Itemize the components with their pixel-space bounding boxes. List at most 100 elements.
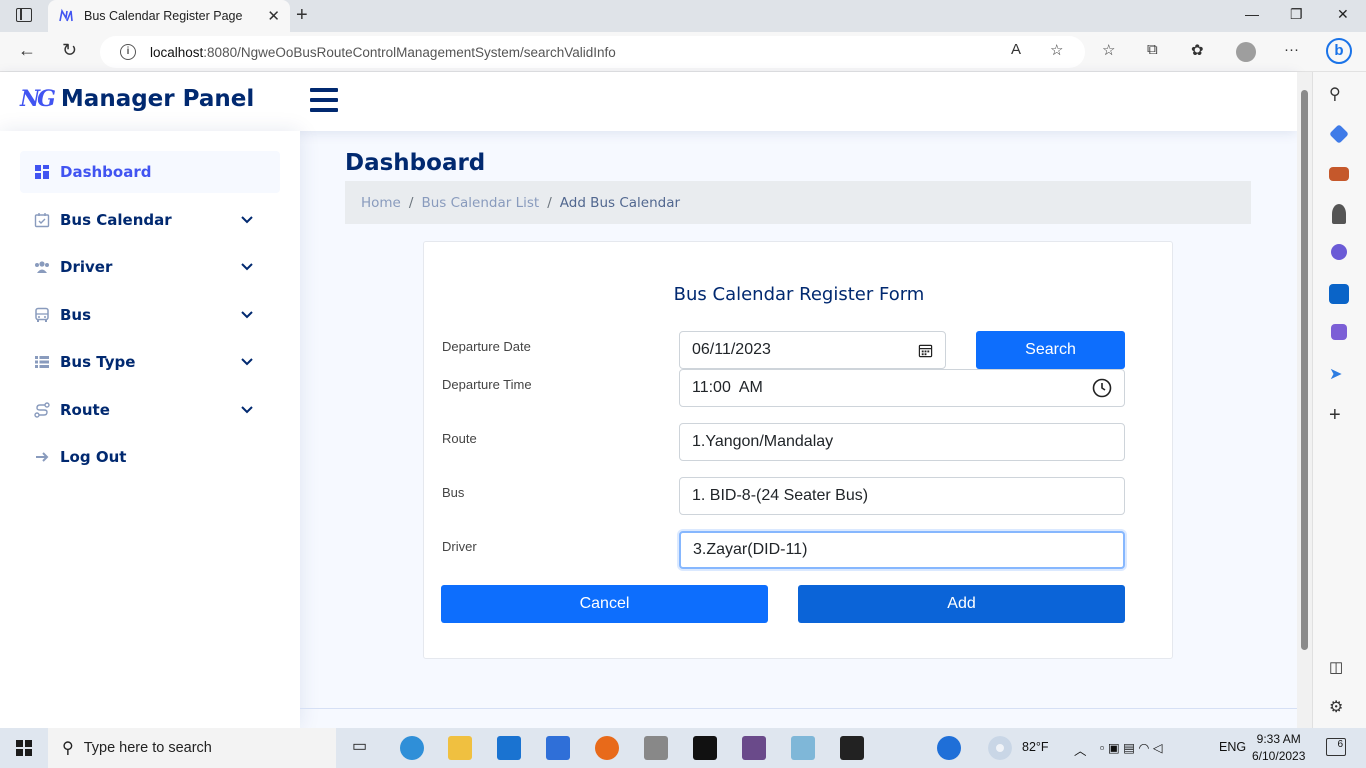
toggle-sidebar-icon[interactable] xyxy=(310,88,338,114)
send-icon[interactable]: ➤ xyxy=(1329,364,1349,384)
sidebar-item-bus-calendar[interactable]: Bus Calendar xyxy=(20,199,280,241)
weather-temp[interactable]: 82°F xyxy=(1022,740,1049,754)
read-aloud-icon[interactable]: A xyxy=(1011,41,1021,58)
list-icon xyxy=(35,356,49,368)
edge-sidebar: ⚲ ➤ + ◫ ⚙ xyxy=(1312,72,1366,728)
breadcrumb-separator: / xyxy=(408,194,414,211)
breadcrumb-home[interactable]: Home xyxy=(361,195,401,211)
departure-date-input[interactable]: 06/11/2023 xyxy=(679,331,946,369)
scrollbar-thumb[interactable] xyxy=(1301,90,1308,650)
address-bar[interactable]: i localhost :8080/NgweOoBusRouteControlM… xyxy=(100,36,1085,68)
text-editor-icon[interactable] xyxy=(644,736,668,760)
windows-start-icon[interactable] xyxy=(16,740,32,756)
departure-time-label: Departure Time xyxy=(442,377,532,392)
collections-icon[interactable]: ⧉ xyxy=(1147,41,1158,58)
tab-actions-icon[interactable] xyxy=(16,8,32,22)
language-indicator[interactable]: ENG xyxy=(1219,740,1246,754)
firefox-icon[interactable] xyxy=(595,736,619,760)
task-view-icon[interactable]: ▭ xyxy=(352,736,376,760)
outlook-icon[interactable] xyxy=(1329,284,1349,304)
breadcrumb: Home / Bus Calendar List / Add Bus Calen… xyxy=(345,181,1251,224)
calendar-icon[interactable] xyxy=(918,343,933,358)
sidebar-item-bus[interactable]: Bus xyxy=(20,294,280,336)
refresh-icon[interactable]: ↻ xyxy=(62,40,77,61)
app-header: NG Manager Panel xyxy=(0,72,1297,131)
breadcrumb-bus-calendar-list[interactable]: Bus Calendar List xyxy=(421,195,539,211)
departure-time-input[interactable]: 11:00 AM xyxy=(679,369,1125,407)
more-menu-icon[interactable]: ··· xyxy=(1284,41,1299,58)
breadcrumb-current: Add Bus Calendar xyxy=(559,194,681,211)
app-icon[interactable] xyxy=(742,736,766,760)
bus-select[interactable]: 1. BID-8-(24 Seater Bus) xyxy=(679,477,1125,515)
chevron-down-icon xyxy=(241,311,253,319)
site-info-icon[interactable]: i xyxy=(120,44,136,60)
chevron-down-icon xyxy=(241,406,253,414)
bing-copilot-icon[interactable]: b xyxy=(1326,38,1352,64)
extensions-icon[interactable]: ✿ xyxy=(1191,41,1204,59)
clock-icon[interactable] xyxy=(1092,378,1112,398)
sidebar-item-label: Log Out xyxy=(60,448,127,466)
office-icon[interactable] xyxy=(1331,244,1347,260)
minimize-icon[interactable]: — xyxy=(1245,6,1259,22)
restore-icon[interactable]: ❐ xyxy=(1290,6,1303,23)
driver-select[interactable]: 3.Zayar(DID-11) xyxy=(679,531,1125,569)
sidebar-item-label: Bus Calendar xyxy=(60,211,172,229)
driver-value: 3.Zayar(DID-11) xyxy=(693,541,808,558)
route-select[interactable]: 1.Yangon/Mandalay xyxy=(679,423,1125,461)
weather-icon[interactable] xyxy=(988,736,1012,760)
favorites-icon[interactable]: ☆ xyxy=(1102,41,1115,59)
search-button[interactable]: Search xyxy=(976,331,1125,369)
notifications-icon[interactable]: 6 xyxy=(1326,738,1346,756)
arrow-right-icon xyxy=(36,452,49,462)
browser-toolbar: ← ↻ i localhost :8080/NgweOoBusRouteCont… xyxy=(0,32,1366,72)
profile-avatar[interactable] xyxy=(1236,42,1256,62)
add-button[interactable]: Add xyxy=(798,585,1125,623)
help-icon[interactable] xyxy=(937,736,961,760)
tray-overflow-icon[interactable]: ︿ xyxy=(1074,740,1087,759)
chevron-down-icon xyxy=(241,358,253,366)
designer-icon[interactable] xyxy=(1331,324,1347,340)
browser-tab[interactable]: Bus Calendar Register Page ✕ xyxy=(48,0,290,32)
tools-icon[interactable] xyxy=(1329,167,1349,181)
sidebar-item-dashboard[interactable]: Dashboard xyxy=(20,151,280,193)
edge-browser-icon[interactable] xyxy=(400,736,424,760)
settings-gear-icon[interactable]: ⚙ xyxy=(1329,697,1349,717)
back-icon[interactable]: ← xyxy=(18,40,36,61)
tab-title: Bus Calendar Register Page xyxy=(84,9,243,23)
cancel-button[interactable]: Cancel xyxy=(441,585,768,623)
add-sidebar-app-icon[interactable]: + xyxy=(1329,404,1349,426)
site-favicon-icon xyxy=(59,8,73,22)
notepad-icon[interactable] xyxy=(791,736,815,760)
search-icon[interactable]: ⚲ xyxy=(1329,84,1349,104)
route-icon xyxy=(34,402,50,418)
bus-label: Bus xyxy=(442,485,465,500)
intellij-icon[interactable] xyxy=(693,736,717,760)
logo[interactable]: NG Manager Panel xyxy=(20,86,254,112)
sidebar-item-logout[interactable]: Log Out xyxy=(20,436,280,478)
taskbar-search[interactable]: ⚲ Type here to search xyxy=(48,728,336,768)
sidebar-item-driver[interactable]: Driver xyxy=(20,246,280,288)
favorite-star-icon[interactable]: ☆ xyxy=(1050,41,1063,59)
tab-close-icon[interactable]: ✕ xyxy=(267,7,280,25)
sidebar-item-label: Bus Type xyxy=(60,353,136,371)
footer-divider xyxy=(300,708,1297,709)
url-host: localhost xyxy=(150,44,204,60)
shopping-tag-icon[interactable] xyxy=(1329,124,1349,144)
departure-time-value: 11:00 AM xyxy=(692,379,763,396)
mysql-icon[interactable] xyxy=(840,736,864,760)
sidebar-item-route[interactable]: Route xyxy=(20,389,280,431)
calendar-check-icon xyxy=(34,213,50,228)
sidebar-item-label: Route xyxy=(60,401,110,419)
file-explorer-icon[interactable] xyxy=(448,736,472,760)
window-close-icon[interactable]: ✕ xyxy=(1337,6,1349,23)
page-scrollbar[interactable] xyxy=(1297,72,1312,728)
taskbar-clock[interactable]: 9:33 AM 6/10/2023 xyxy=(1252,731,1305,765)
new-tab-icon[interactable]: + xyxy=(296,4,308,27)
tray-icons[interactable]: ▫ ▣ ▤ ◠ ◁ xyxy=(1100,740,1162,755)
games-icon[interactable] xyxy=(1332,204,1346,224)
sidebar-item-bus-type[interactable]: Bus Type xyxy=(20,341,280,383)
split-screen-icon[interactable]: ◫ xyxy=(1329,658,1349,678)
store-icon[interactable] xyxy=(546,736,570,760)
app-title: Manager Panel xyxy=(60,86,255,112)
mail-icon[interactable] xyxy=(497,736,521,760)
